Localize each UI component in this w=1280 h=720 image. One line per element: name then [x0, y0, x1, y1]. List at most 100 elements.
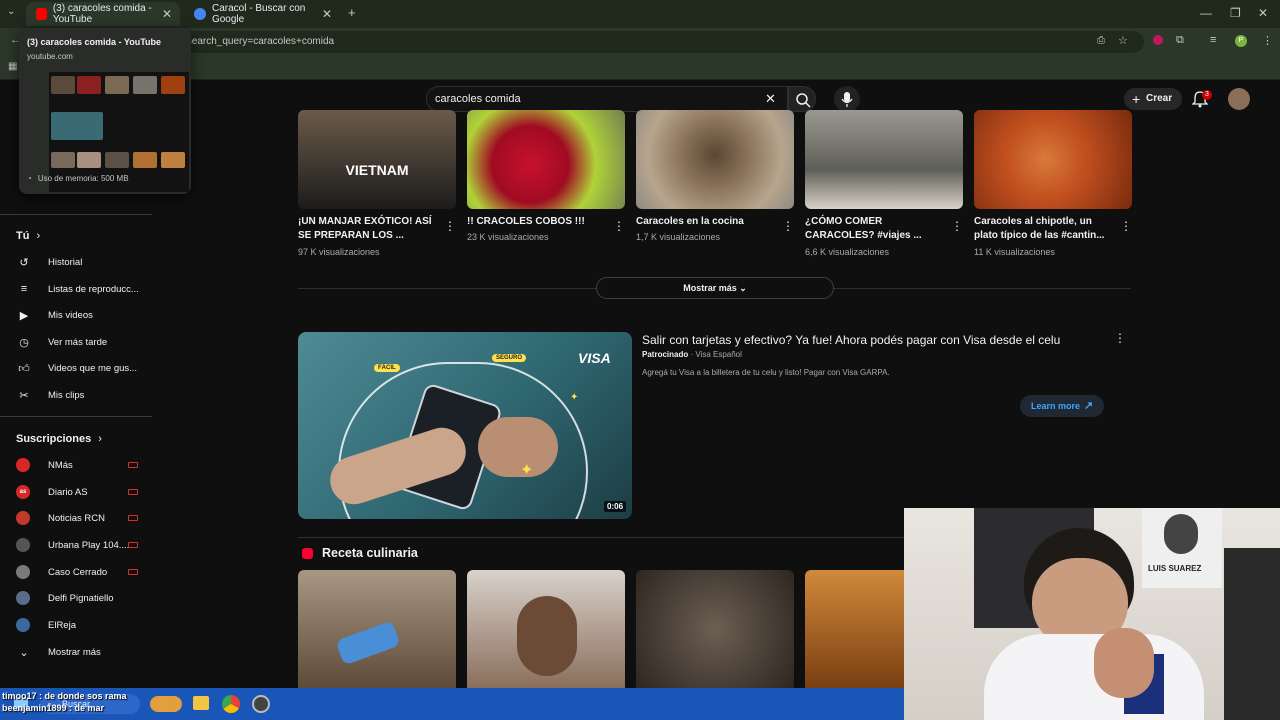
browser-toolbar: ← /search_query=caracoles+comida ⎙ ☆ ⧉ ≡… — [0, 28, 1280, 56]
video-title[interactable]: !! CRACOLES COBOS !!! — [467, 215, 605, 229]
new-tab-icon[interactable]: + — [348, 5, 356, 20]
sidebar-sub-diario-as[interactable]: as Diario AS — [16, 481, 156, 503]
profile-avatar[interactable]: P — [1235, 35, 1247, 47]
sidebar-item-my-videos[interactable]: ▶ Mis videos — [16, 304, 156, 326]
chat-text: de donde sos rama — [44, 691, 127, 701]
ad-thumbnail[interactable]: VISA FÁCIL SEGURO ✦ ✦ — [298, 332, 632, 519]
window-close-icon[interactable]: ✕ — [1258, 6, 1268, 20]
sidebar-sub-nmas[interactable]: NMás — [16, 454, 156, 476]
video-title[interactable]: Caracoles en la cocina — [636, 215, 774, 229]
sidebar-item-playlists[interactable]: ≡ Listas de reproducc... — [16, 278, 156, 300]
shorts-icon — [302, 548, 313, 559]
search-button[interactable] — [788, 86, 816, 112]
video-title[interactable]: Caracoles al chipotle, un plato típico d… — [974, 215, 1112, 243]
tab-title: (3) caracoles comida - YouTube — [52, 3, 152, 25]
chat-message: timoo17 : de donde sos rama — [2, 691, 127, 701]
close-tab-icon[interactable]: ✕ — [162, 7, 172, 21]
more-options-icon[interactable]: ⋮ — [782, 219, 794, 233]
sidebar-sub-elreja[interactable]: ElReja — [16, 614, 156, 636]
video-title[interactable]: ¡UN MANJAR EXÓTICO! ASÍ SE PREPARAN LOS … — [298, 215, 436, 243]
learn-more-button[interactable]: Learn more ↗ — [1020, 395, 1104, 417]
file-explorer-icon[interactable] — [193, 696, 209, 710]
more-options-icon[interactable]: ⋮ — [1114, 331, 1126, 345]
video-thumbnail[interactable] — [805, 110, 963, 209]
watch-later-icon: ◷ — [19, 336, 29, 349]
channel-avatar: as — [16, 485, 30, 499]
video-views: 1,7 K visualizaciones — [636, 232, 721, 242]
ad-sponsor-line: Patrocinado · Visa Español — [642, 350, 742, 359]
youtube-favicon-icon — [36, 8, 47, 20]
memory-gauge-icon: ◔ — [27, 174, 32, 183]
more-options-icon[interactable]: ⋮ — [613, 219, 625, 233]
chat-text: de mar — [74, 703, 105, 713]
sidebar-show-more[interactable]: ⌄ Mostrar más — [16, 641, 156, 663]
sidebar-sub-caso-cerrado[interactable]: Caso Cerrado — [16, 561, 156, 583]
create-button[interactable]: + Crear — [1124, 88, 1182, 110]
show-more-button[interactable]: Mostrar más ⌄ — [596, 277, 834, 299]
playlist-icon: ≡ — [20, 283, 28, 295]
short-thumbnail[interactable] — [467, 570, 625, 688]
voice-search-button[interactable] — [834, 86, 860, 112]
video-thumbnail[interactable] — [636, 110, 794, 209]
hand-graphic — [478, 417, 558, 477]
extension-icon[interactable] — [1153, 35, 1163, 45]
apps-grid-icon[interactable]: ▦ — [8, 61, 17, 72]
tab-youtube[interactable]: (3) caracoles comida - YouTube ✕ — [26, 2, 180, 26]
chrome-icon[interactable] — [222, 695, 240, 713]
tab-google[interactable]: Caracol - Buscar con Google ✕ — [184, 2, 340, 26]
restore-icon[interactable]: ❐ — [1230, 6, 1241, 20]
short-thumbnail[interactable] — [805, 570, 905, 688]
video-thumbnail[interactable] — [974, 110, 1132, 209]
bookmark-star-icon[interactable]: ☆ — [1118, 34, 1128, 47]
more-options-icon[interactable]: ⋮ — [444, 219, 456, 233]
video-views: 23 K visualizaciones — [467, 232, 549, 242]
address-bar[interactable]: /search_query=caracoles+comida — [44, 31, 1144, 53]
sidebar-item-history[interactable]: ↺ Historial — [16, 251, 156, 273]
account-avatar[interactable] — [1228, 88, 1250, 110]
sidebar-subscriptions-header[interactable]: Suscripciones › — [16, 433, 102, 445]
video-title[interactable]: ¿CÓMO COMER CARACOLES? #viajes ... — [805, 215, 943, 243]
media-control-icon[interactable]: ≡ — [1210, 34, 1216, 46]
history-icon: ↺ — [19, 256, 29, 269]
more-options-icon[interactable]: ⋮ — [1120, 219, 1132, 233]
tab-hover-preview: (3) caracoles comida - YouTube youtube.c… — [19, 28, 191, 194]
sparkle-icon: ✦ — [570, 392, 579, 403]
sidebar-you-header[interactable]: Tú › — [16, 230, 40, 242]
sidebar-item-clips[interactable]: ✂ Mis clips — [16, 384, 156, 406]
notification-badge: 3 — [1202, 90, 1212, 100]
external-arrow-icon: ↗ — [1084, 400, 1094, 412]
sidebar-item-watch-later[interactable]: ◷ Ver más tarde — [16, 331, 156, 353]
video-thumbnail[interactable]: VIETNAM — [298, 110, 456, 209]
video-thumbnail[interactable] — [467, 110, 625, 209]
clear-search-icon[interactable]: ✕ — [765, 87, 776, 111]
extensions-puzzle-icon[interactable]: ⧉ — [1176, 34, 1184, 47]
hand-graphic — [1094, 628, 1154, 698]
close-tab-icon[interactable]: ✕ — [322, 7, 332, 21]
sidebar-sub-urbana-play[interactable]: Urbana Play 104.... — [16, 534, 156, 556]
sidebar-sub-delfi[interactable]: Delfi Pignatiello — [16, 587, 156, 609]
sidebar-sub-noticias-rcn[interactable]: Noticias RCN — [16, 507, 156, 529]
obs-icon[interactable] — [252, 695, 270, 713]
preview-title: (3) caracoles comida - YouTube — [27, 37, 162, 47]
ad-description: Agregá tu Visa a la billetera de tu celu… — [642, 368, 890, 377]
short-thumbnail[interactable] — [636, 570, 794, 688]
sidebar-item-liked[interactable]: 👍︎ Videos que me gus... — [16, 357, 156, 379]
short-thumbnail[interactable] — [298, 570, 456, 688]
ad-badge: SEGURO — [492, 354, 527, 362]
widget-icon[interactable] — [150, 696, 182, 712]
chair-graphic — [1224, 548, 1280, 720]
more-options-icon[interactable]: ⋮ — [951, 219, 963, 233]
person-graphic — [517, 596, 577, 676]
browser-menu-icon[interactable]: ⋮ — [1262, 34, 1273, 47]
minimize-icon[interactable]: — — [1200, 6, 1212, 20]
bookmarks-bar: ▦ — [0, 56, 1280, 80]
memory-usage: ◔ Uso de memoria: 500 MB — [27, 174, 129, 183]
search-input[interactable]: caracoles comida ✕ — [426, 86, 788, 112]
video-views: 97 K visualizaciones — [298, 247, 380, 257]
tab-search-icon[interactable]: ⌄ — [7, 6, 15, 17]
plus-icon: + — [1132, 91, 1141, 107]
ad-title[interactable]: Salir con tarjetas y efectivo? Ya fue! A… — [642, 333, 1060, 347]
microphone-icon — [841, 92, 853, 107]
video-views: 11 K visualizaciones — [974, 247, 1055, 257]
install-app-icon[interactable]: ⎙ — [1097, 35, 1105, 46]
